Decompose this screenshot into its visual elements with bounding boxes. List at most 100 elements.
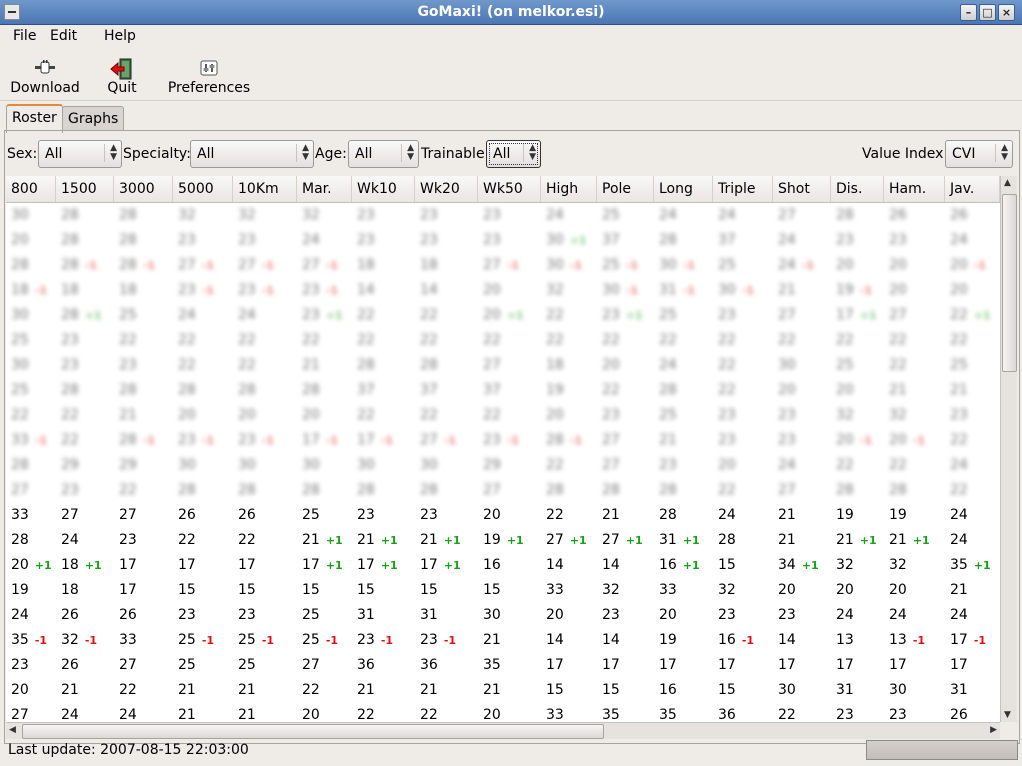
column-header[interactable]: 5000 bbox=[173, 176, 233, 202]
progress-bar bbox=[866, 740, 1018, 760]
table-row[interactable]: 25 23 22 22 22 22 22 22 22 22 22 22 22 22 22 22 22 bbox=[6, 328, 1000, 353]
trainable-combo[interactable]: All ▲ ▼ bbox=[486, 140, 541, 168]
scroll-down-icon[interactable]: ▼ bbox=[1004, 710, 1011, 720]
cell-value: 32 bbox=[302, 207, 320, 223]
close-icon[interactable]: × bbox=[998, 4, 1015, 21]
cell-value: 23 bbox=[357, 507, 375, 523]
table-cell: 24 bbox=[659, 203, 677, 228]
horizontal-scroll-thumb[interactable] bbox=[22, 724, 604, 739]
scroll-left-icon[interactable]: ◀ bbox=[9, 725, 16, 735]
cell-value: 23 bbox=[718, 307, 736, 323]
column-header[interactable]: 10Km bbox=[233, 176, 297, 202]
trainable-value: All bbox=[493, 146, 511, 162]
table-row[interactable]: 28 24 23 22 22 21 +1 21 +1 21 +1 19 +1 27 +1 27 +1 31 +1 28… bbox=[6, 528, 1000, 553]
column-header[interactable]: Wk10 bbox=[352, 176, 415, 202]
table-row[interactable]: 24 26 26 23 23 25 31 31 30 20 23 20 23 23 24 24 24 bbox=[6, 603, 1000, 628]
table-cell: 17 bbox=[836, 653, 854, 678]
table-row[interactable]: 30 28 +1 25 24 24 23 +1 22 22 20 +1 22 23 +1 25 23 27 17 +1… bbox=[6, 303, 1000, 328]
table-row[interactable]: 20 21 22 21 21 22 21 21 21 15 15 16 15 30 31 30 31 bbox=[6, 678, 1000, 703]
table-row[interactable]: 30 28 28 32 32 32 23 23 23 24 25 24 24 27 28 26 26 bbox=[6, 203, 1000, 228]
cell-value: 25 bbox=[119, 307, 137, 323]
column-header[interactable]: 1500 bbox=[56, 176, 114, 202]
menu-help[interactable]: Help bbox=[104, 28, 136, 44]
vertical-scroll-thumb[interactable] bbox=[1002, 194, 1017, 372]
column-header[interactable]: Triple bbox=[713, 176, 773, 202]
preferences-button[interactable]: Preferences bbox=[164, 52, 254, 98]
table-row[interactable]: 22 22 21 20 20 20 22 22 22 20 23 25 23 23 32 32 23 bbox=[6, 403, 1000, 428]
column-header[interactable]: 800 bbox=[6, 176, 56, 202]
tab-graphs[interactable]: Graphs bbox=[62, 106, 125, 131]
cell-value: 21 bbox=[950, 582, 968, 598]
table-cell: 22 bbox=[420, 328, 438, 353]
table-cell: 27 +1 bbox=[602, 528, 643, 553]
vertical-scrollbar[interactable]: ▲ ▼ bbox=[1000, 176, 1017, 722]
table-cell: 17 -1 bbox=[357, 428, 393, 453]
table-cell: 20 bbox=[950, 278, 968, 303]
table-cell: 23 bbox=[119, 353, 137, 378]
column-header[interactable]: Jav. bbox=[945, 176, 1000, 202]
table-row[interactable]: 27 23 22 28 28 28 28 28 27 28 28 28 22 27 28 28 22 bbox=[6, 478, 1000, 503]
column-header[interactable]: Long bbox=[654, 176, 713, 202]
cell-value: 22 bbox=[302, 332, 320, 348]
table-row[interactable]: 19 18 17 15 15 15 15 15 15 33 32 33 32 20 20 20 21 bbox=[6, 578, 1000, 603]
quit-button[interactable]: Quit bbox=[104, 52, 140, 98]
table-row[interactable]: 33 27 27 26 26 25 23 23 20 22 21 28 24 21 19 19 24 bbox=[6, 503, 1000, 528]
column-header[interactable]: 3000 bbox=[114, 176, 173, 202]
table-cell: 20 bbox=[302, 703, 320, 722]
table-row[interactable]: 27 24 24 21 21 20 22 22 20 33 35 35 36 22 23 23 26 bbox=[6, 703, 1000, 722]
table-row[interactable]: 28 28 -1 28 -1 27 -1 27 -1 27 -1 18 18 27 -1 30 -1 25 -1 30… bbox=[6, 253, 1000, 278]
cell-value: 21 bbox=[836, 532, 854, 548]
menu-file[interactable]: File bbox=[13, 28, 36, 44]
horizontal-scrollbar[interactable]: ◀ ▶ bbox=[6, 722, 1000, 739]
table-row[interactable]: 23 26 27 25 25 27 36 36 35 17 17 17 17 17 17 17 17 bbox=[6, 653, 1000, 678]
column-header[interactable]: Shot bbox=[773, 176, 831, 202]
column-header[interactable]: High bbox=[541, 176, 597, 202]
download-button[interactable]: Download bbox=[10, 52, 80, 98]
tab-roster[interactable]: Roster bbox=[6, 104, 63, 133]
cell-value: 22 bbox=[420, 332, 438, 348]
column-header[interactable]: Ham. bbox=[884, 176, 945, 202]
cell-value: 22 bbox=[950, 482, 968, 498]
scroll-right-icon[interactable]: ▶ bbox=[990, 725, 997, 735]
table-cell: 18 bbox=[357, 253, 375, 278]
table-cell: 22 bbox=[119, 478, 137, 503]
age-combo[interactable]: All ▲ ▼ bbox=[348, 140, 419, 168]
table-cell: 22 bbox=[836, 453, 854, 478]
cell-value: 30 bbox=[602, 282, 620, 298]
table-cell: 30 +1 bbox=[546, 228, 587, 253]
table-row[interactable]: 18 -1 18 18 23 -1 23 -1 23 -1 14 14 20 32 30 -1 31 -1 30 -1… bbox=[6, 278, 1000, 303]
column-header[interactable]: Pole bbox=[597, 176, 654, 202]
table-cell: 32 bbox=[238, 203, 256, 228]
column-header[interactable]: Wk50 bbox=[478, 176, 541, 202]
table-row[interactable]: 30 23 23 22 22 21 28 28 27 18 20 24 22 30 25 22 25 bbox=[6, 353, 1000, 378]
menu-edit[interactable]: Edit bbox=[50, 28, 77, 44]
sex-combo[interactable]: All ▲ ▼ bbox=[38, 140, 122, 168]
roster-table[interactable]: 800 1500 3000 5000 10Km Mar. Wk10 Wk20 Wk50 High P… bbox=[6, 176, 1000, 722]
preferences-icon bbox=[197, 58, 221, 78]
column-header[interactable]: Dis. bbox=[831, 176, 884, 202]
table-row[interactable]: 20 28 28 23 23 24 23 23 23 30 +1 37 28 37 24 23 23 24 bbox=[6, 228, 1000, 253]
table-cell: 27 bbox=[602, 428, 620, 453]
cell-value: 22 bbox=[889, 332, 907, 348]
cell-value: 27 bbox=[602, 532, 620, 548]
cell-value: 25 bbox=[11, 332, 29, 348]
cell-value: 22 bbox=[483, 332, 501, 348]
cell-value: 26 bbox=[950, 207, 968, 223]
table-cell: 22 bbox=[357, 703, 375, 722]
cell-value: 22 bbox=[178, 357, 196, 373]
table-row[interactable]: 20 +1 18 +1 17 17 17 17 +1 17 +1 17 +1 16 14 14 16 +1 15 34… bbox=[6, 553, 1000, 578]
scroll-up-icon[interactable]: ▲ bbox=[1004, 178, 1011, 188]
specialty-combo[interactable]: All ▲ ▼ bbox=[190, 140, 314, 168]
minimize-icon[interactable]: – bbox=[960, 4, 977, 21]
table-row[interactable]: 28 29 29 30 30 30 30 30 29 22 27 23 20 24 22 22 24 bbox=[6, 453, 1000, 478]
value-index-combo[interactable]: CVI ▲ ▼ bbox=[945, 140, 1013, 168]
cell-value: 15 bbox=[483, 582, 501, 598]
table-row[interactable]: 33 -1 22 28 -1 23 -1 23 -1 17 -1 17 -1 27 -1 23 -1 28 -1 27… bbox=[6, 428, 1000, 453]
maximize-icon[interactable]: □ bbox=[979, 4, 996, 21]
column-header[interactable]: Mar. bbox=[297, 176, 352, 202]
title-bar: GoMaxi! (on melkor.esi) – □ × bbox=[0, 0, 1022, 25]
table-row[interactable]: 25 28 28 28 28 28 37 37 37 19 22 28 22 20 20 21 21 bbox=[6, 378, 1000, 403]
table-row[interactable]: 35 -1 32 -1 33 25 -1 25 -1 25 -1 23 -1 23 -1 21 14 14 19 16… bbox=[6, 628, 1000, 653]
column-header[interactable]: Wk20 bbox=[415, 176, 478, 202]
table-cell: 21 bbox=[420, 678, 438, 703]
